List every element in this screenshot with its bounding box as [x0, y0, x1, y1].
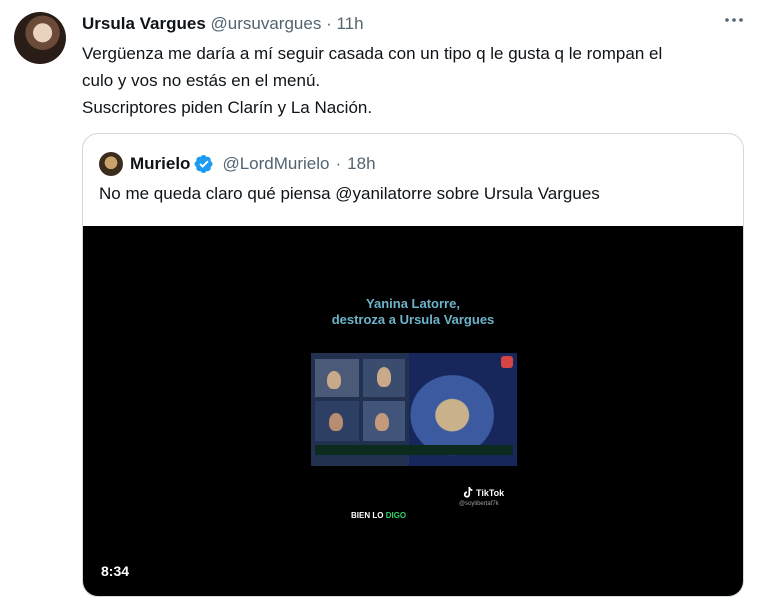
author-avatar[interactable] [14, 12, 66, 64]
video-title-line: destroza a Ursula Vargues [331, 312, 495, 327]
video-caption-bar [315, 445, 513, 455]
quoted-tweet-header: Murielo @LordMurielo · 18h [99, 152, 376, 176]
video-title: Yanina Latorre, destroza a Ursula Vargue… [83, 296, 743, 328]
author-handle[interactable]: @ursuvargues [211, 14, 322, 33]
channel-logo-icon [501, 356, 513, 368]
overlay-text-green: DIGO [385, 511, 407, 520]
tweet-text-line: Suscriptores piden Clarín y La Nación. [82, 98, 373, 117]
tiktok-watermark: TikTok [463, 487, 504, 498]
video-title-line: Yanina Latorre, [366, 296, 460, 311]
separator-dot: · [335, 154, 342, 173]
author-name[interactable]: Ursula Vargues [82, 14, 206, 33]
ellipsis-icon[interactable] [722, 10, 746, 30]
tiktok-label: TikTok [476, 487, 505, 498]
quoted-tweet-timestamp: 18h [347, 154, 376, 173]
tweet-text-line: Vergüenza me daría a mí seguir casada co… [82, 44, 663, 63]
video-player[interactable]: Yanina Latorre, destroza a Ursula Vargue… [83, 226, 743, 596]
quoted-author-name: Murielo [130, 154, 191, 173]
video-overlay-text: BIEN LO DIGO [351, 511, 406, 520]
quoted-tweet[interactable]: Murielo @LordMurielo · 18h No me queda c… [82, 133, 744, 597]
tweet-text: Vergüenza me daría a mí seguir casada co… [82, 40, 752, 121]
verified-badge-icon [194, 154, 214, 174]
tweet-text-line: culo y vos no estás en el menú. [82, 71, 321, 90]
video-thumbnail-frame [311, 353, 517, 466]
separator-dot: · [326, 14, 332, 33]
video-duration: 8:34 [101, 563, 130, 579]
quoted-author-avatar [99, 152, 123, 176]
tweet-timestamp[interactable]: 11h [336, 14, 363, 33]
tweet-header: Ursula Vargues @ursuvargues · 11h [82, 14, 364, 34]
quoted-tweet-text: No me queda claro qué piensa @yanilatorr… [99, 184, 600, 203]
overlay-text-white: BIEN LO [351, 511, 384, 520]
quoted-author-handle: @LordMurielo [222, 154, 330, 173]
tiktok-username: @soylibertaf7k [459, 501, 499, 507]
tiktok-icon [463, 487, 473, 498]
